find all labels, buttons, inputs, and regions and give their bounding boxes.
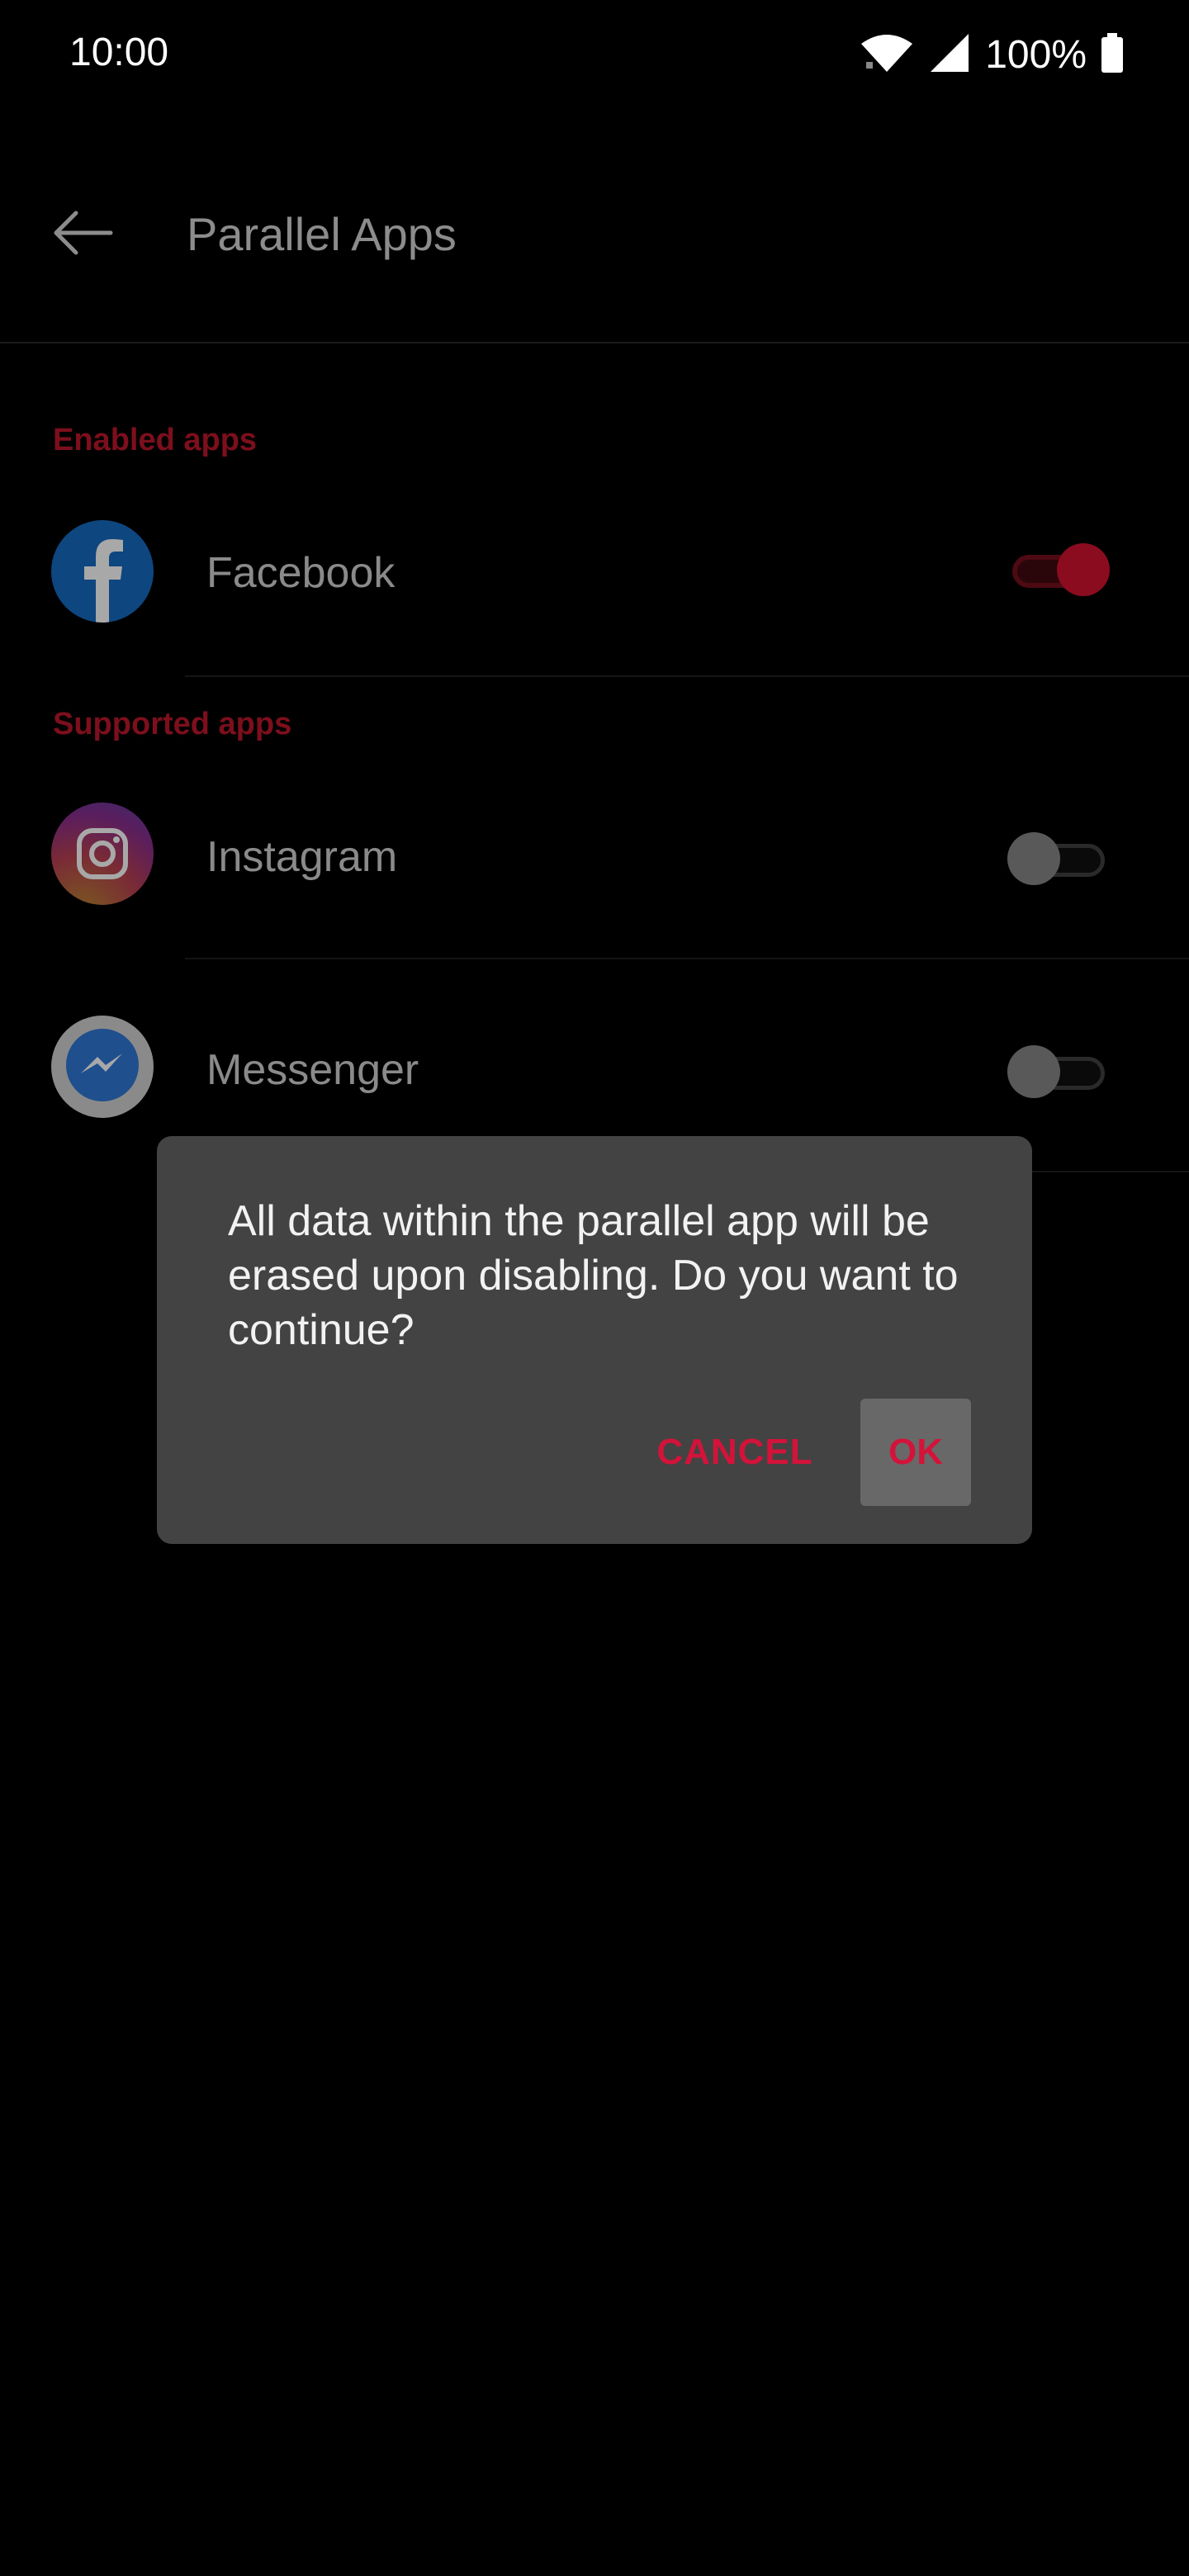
cell-signal-icon [929,32,970,78]
section-header-enabled-apps: Enabled apps [53,423,258,457]
status-time: 10:00 [69,31,169,74]
list-item-label: Instagram [206,833,398,881]
facebook-toggle[interactable] [1007,543,1110,596]
toggle-thumb [1007,832,1060,885]
section-header-supported-apps: Supported apps [53,707,292,741]
back-button[interactable] [46,198,119,271]
list-item-facebook[interactable]: Facebook [0,471,1189,677]
status-bar: 10:00 100% [0,0,1189,107]
list-item-instagram[interactable]: Instagram [0,751,1189,959]
facebook-icon [51,520,154,623]
toggle-thumb [1057,543,1110,596]
page-title: Parallel Apps [187,208,457,260]
divider [185,958,1189,959]
wifi-icon [860,32,914,78]
battery-icon [1101,32,1123,77]
status-icons: 100% [860,30,1123,79]
divider [185,675,1189,677]
ok-button[interactable]: OK [860,1399,971,1506]
list-item-label: Facebook [206,549,396,597]
messenger-toggle[interactable] [1007,1045,1110,1098]
confirm-dialog: All data within the parallel app will be… [157,1136,1032,1544]
arrow-left-icon [51,210,114,260]
app-bar: Parallel Apps [0,157,1189,343]
toggle-thumb [1007,1045,1060,1098]
instagram-icon [51,803,154,905]
instagram-toggle[interactable] [1007,832,1110,885]
messenger-icon [51,1016,154,1118]
list-item-label: Messenger [206,1046,419,1094]
cancel-button[interactable]: CANCEL [619,1399,850,1506]
screen: 10:00 100% Parallel Apps Enabled apps Fa… [0,0,1189,2576]
dialog-message: All data within the parallel app will be… [228,1197,959,1354]
battery-percentage: 100% [985,32,1087,77]
